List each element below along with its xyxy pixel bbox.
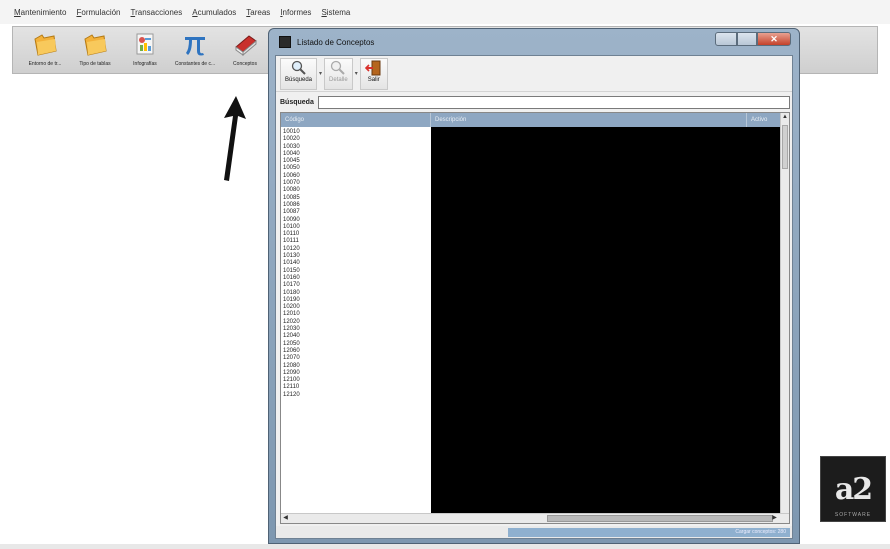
code-cell[interactable]: 12120	[283, 392, 423, 399]
column-header-codigo[interactable]: Código	[281, 113, 431, 127]
code-cell[interactable]: 12090	[283, 370, 423, 377]
code-cell[interactable]: 10040	[283, 151, 423, 158]
search-row: Búsqueda	[276, 94, 792, 110]
status-bar: Cargar conceptos: 280	[276, 526, 792, 538]
code-cell[interactable]: 10150	[283, 268, 423, 275]
up-arrow-annotation	[224, 96, 246, 181]
code-cell[interactable]: 10180	[283, 290, 423, 297]
tipo-tablas-button[interactable]: Tipo de tablas	[71, 31, 119, 73]
code-cell[interactable]: 10045	[283, 158, 423, 165]
horizontal-scroll-thumb[interactable]	[547, 515, 773, 522]
horizontal-scrollbar[interactable]: ◀ ▶	[281, 513, 789, 523]
a2-logo: a2 SOFTWARE	[820, 456, 886, 522]
menu-informes[interactable]: Informes	[280, 8, 311, 17]
menu-mantenimiento[interactable]: Mantenimiento	[14, 8, 66, 17]
minimize-button[interactable]	[715, 32, 737, 46]
codes-column: 10010 10020 10030 10040 10045 10050 10060 10070…	[283, 129, 423, 399]
column-header-activo[interactable]: Activo	[747, 113, 781, 127]
code-cell[interactable]: 10030	[283, 144, 423, 151]
window-controls: ✕	[715, 32, 791, 46]
code-cell[interactable]: 10111	[283, 238, 423, 245]
code-cell[interactable]: 10010	[283, 129, 423, 136]
code-cell[interactable]: 10020	[283, 136, 423, 143]
code-cell[interactable]: 10130	[283, 253, 423, 260]
app-icon	[279, 36, 291, 48]
code-cell[interactable]: 10110	[283, 231, 423, 238]
code-cell[interactable]: 10080	[283, 187, 423, 194]
code-cell[interactable]: 10070	[283, 180, 423, 187]
code-cell[interactable]: 10100	[283, 224, 423, 231]
code-cell[interactable]: 10140	[283, 260, 423, 267]
entorno-button[interactable]: Entorno de tr...	[21, 31, 69, 73]
menu-formulacion[interactable]: Formulación	[76, 8, 120, 17]
redacted-description-area	[431, 127, 783, 513]
code-cell[interactable]: 10170	[283, 282, 423, 289]
conceptos-dialog: Listado de Conceptos ✕ Búsqueda ▾ Detall…	[268, 28, 800, 544]
close-button[interactable]: ✕	[757, 32, 791, 46]
detalle-button[interactable]: Detalle	[324, 57, 353, 90]
code-cell[interactable]: 10090	[283, 217, 423, 224]
menu-acumulados[interactable]: Acumulados	[192, 8, 236, 17]
code-cell[interactable]: 12020	[283, 319, 423, 326]
magnifier-disabled-icon	[331, 60, 346, 75]
code-cell[interactable]: 12070	[283, 355, 423, 362]
menu-transacciones[interactable]: Transacciones	[131, 8, 183, 17]
code-cell[interactable]: 12060	[283, 348, 423, 355]
code-cell[interactable]: 10190	[283, 297, 423, 304]
infographic-icon	[136, 33, 154, 55]
code-cell[interactable]: 12080	[283, 363, 423, 370]
grid-header: Código Descripción Activo	[281, 113, 781, 127]
vertical-scrollbar[interactable]: ▲	[780, 113, 789, 513]
conceptos-grid[interactable]: Código Descripción Activo 10010 10020 1003…	[280, 112, 790, 524]
constantes-button[interactable]: Constantes de c...	[171, 31, 219, 73]
folder-icon	[84, 34, 107, 56]
code-cell[interactable]: 10086	[283, 202, 423, 209]
menu-bar: Mantenimiento Formulación Transacciones …	[0, 0, 890, 24]
code-cell[interactable]: 10060	[283, 173, 423, 180]
menu-sistema[interactable]: Sistema	[321, 8, 350, 17]
book-icon	[235, 35, 257, 57]
dialog-title: Listado de Conceptos	[297, 37, 375, 47]
taskbar-strip	[0, 544, 890, 549]
detalle-dropdown-icon[interactable]: ▾	[355, 70, 358, 77]
code-cell[interactable]: 12050	[283, 341, 423, 348]
magnifier-icon	[291, 60, 306, 75]
code-cell[interactable]: 12010	[283, 311, 423, 318]
scroll-right-icon[interactable]: ▶	[770, 514, 779, 523]
code-cell[interactable]: 10085	[283, 195, 423, 202]
dialog-client: Búsqueda ▾ Detalle ▾ Salir Búsqueda Códi…	[275, 55, 793, 539]
busqueda-dropdown-icon[interactable]: ▾	[319, 70, 322, 77]
scroll-left-icon[interactable]: ◀	[281, 514, 290, 523]
conceptos-button[interactable]: Conceptos	[221, 31, 269, 73]
code-cell[interactable]: 12040	[283, 333, 423, 340]
dialog-toolbar: Búsqueda ▾ Detalle ▾ Salir	[276, 56, 792, 92]
infografias-button[interactable]: Infografías	[121, 31, 169, 73]
code-cell[interactable]: 10200	[283, 304, 423, 311]
code-cell[interactable]: 12100	[283, 377, 423, 384]
code-cell[interactable]: 10120	[283, 246, 423, 253]
salir-button[interactable]: Salir	[359, 57, 388, 90]
pi-icon	[185, 37, 205, 56]
status-text: Cargar conceptos: 280	[508, 528, 790, 537]
folder-icon	[34, 34, 57, 56]
code-cell[interactable]: 12030	[283, 326, 423, 333]
maximize-button[interactable]	[737, 32, 757, 46]
search-label: Búsqueda	[280, 98, 314, 106]
menu-tareas[interactable]: Tareas	[246, 8, 270, 17]
code-cell[interactable]: 12110	[283, 384, 423, 391]
vertical-scroll-thumb[interactable]	[782, 125, 788, 169]
search-input[interactable]	[317, 95, 790, 109]
code-cell[interactable]: 10050	[283, 165, 423, 172]
busqueda-button[interactable]: Búsqueda	[280, 57, 318, 90]
exit-door-icon	[364, 60, 381, 75]
code-cell[interactable]: 10087	[283, 209, 423, 216]
column-header-descripcion[interactable]: Descripción	[431, 113, 747, 127]
scroll-up-icon[interactable]: ▲	[781, 113, 789, 122]
code-cell[interactable]: 10160	[283, 275, 423, 282]
